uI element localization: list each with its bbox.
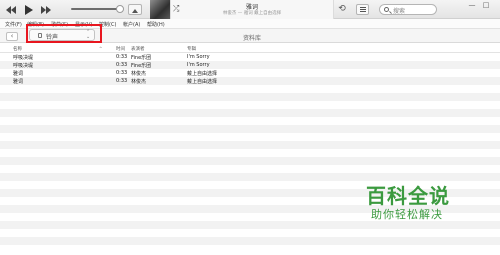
album-art[interactable] (150, 0, 170, 19)
cell-time: 0:33 (116, 78, 128, 84)
menu-help[interactable]: 帮助(H) (147, 21, 165, 28)
volume-slider-knob[interactable] (116, 5, 124, 13)
watermark-title: 百科全说 (366, 184, 450, 208)
now-playing-subtitle: 林俊杰 — 雅词 戴上自由选择 (222, 11, 282, 16)
repeat-icon[interactable]: ⟲ (336, 3, 348, 15)
cell-artist: 林俊杰 (131, 79, 147, 85)
column-header-time[interactable]: 时间 (116, 46, 125, 52)
empty-table-row (0, 237, 500, 245)
empty-table-row (0, 157, 500, 165)
cell-album: I'm Sorry (187, 62, 210, 68)
menu-account[interactable]: 帐户(A) (123, 21, 140, 28)
sort-ascending-icon[interactable]: ^ (99, 46, 102, 51)
search-placeholder: 搜索 (393, 8, 406, 15)
cell-album: 戴上自由选择 (187, 71, 218, 77)
library-title: 资料库 (243, 35, 262, 42)
table-header: 名称 ^ 时间 表演者 专辑 (0, 44, 500, 53)
column-header-artist[interactable]: 表演者 (131, 46, 145, 52)
column-header-album[interactable]: 专辑 (187, 46, 196, 52)
airplay-button[interactable] (128, 4, 142, 15)
search-field[interactable]: 搜索 (379, 4, 437, 15)
play-icon (25, 4, 33, 15)
empty-table-row (0, 221, 500, 229)
cell-artist: Fine乐团 (131, 63, 152, 69)
empty-table-row (0, 85, 500, 93)
song-table: 呼吸决堤 0:33 Fine乐团 I'm Sorry 呼吸决堤 0:33 Fin… (0, 53, 500, 255)
cell-time: 0:33 (116, 62, 128, 68)
empty-table-row (0, 117, 500, 125)
cell-artist: Fine乐团 (131, 55, 152, 61)
minimize-button[interactable]: — (466, 1, 478, 10)
cell-album: I'm Sorry (187, 54, 210, 60)
now-playing-display: 雅词 林俊杰 — 雅词 戴上自由选择 (170, 0, 334, 19)
player-bar: 雅词 林俊杰 — 雅词 戴上自由选择 ⤮ ⟲ 搜索 — □ (0, 0, 500, 19)
up-next-list-button[interactable] (356, 4, 369, 15)
empty-table-row (0, 93, 500, 101)
empty-table-row (0, 141, 500, 149)
next-button[interactable] (40, 3, 52, 16)
cell-time: 0:33 (116, 70, 128, 76)
volume-track[interactable] (71, 8, 121, 10)
empty-table-row (0, 133, 500, 141)
empty-table-row (0, 109, 500, 117)
highlight-box (26, 24, 102, 43)
back-button[interactable]: ‹ (6, 32, 18, 41)
search-icon (384, 7, 389, 12)
empty-table-row (0, 245, 500, 253)
column-header-name[interactable]: 名称 (13, 46, 22, 52)
play-button[interactable] (22, 3, 36, 16)
shuffle-icon[interactable]: ⤮ (173, 4, 179, 14)
empty-table-row (0, 165, 500, 173)
cell-name: 呼吸决堤 (13, 55, 34, 61)
menu-file[interactable]: 文件(F) (5, 21, 22, 28)
table-row[interactable]: 雅词 0:33 林俊杰 戴上自由选择 (0, 77, 500, 85)
cell-album: 戴上自由选择 (187, 79, 218, 85)
cell-time: 0:33 (116, 54, 128, 60)
empty-table-row (0, 125, 500, 133)
cell-name: 雅词 (13, 79, 24, 85)
empty-table-row (0, 149, 500, 157)
maximize-button[interactable]: □ (480, 1, 492, 10)
watermark-subtitle: 助你轻松解决 (371, 208, 443, 221)
table-row[interactable]: 呼吸决堤 0:33 Fine乐团 I'm Sorry (0, 53, 500, 61)
previous-button[interactable] (5, 3, 17, 16)
cell-name: 雅词 (13, 71, 24, 77)
table-row[interactable]: 呼吸决堤 0:33 Fine乐团 I'm Sorry (0, 61, 500, 69)
empty-table-row (0, 101, 500, 109)
empty-table-row (0, 229, 500, 237)
cell-artist: 林俊杰 (131, 71, 147, 77)
cell-name: 呼吸决堤 (13, 63, 34, 69)
table-row[interactable]: 雅词 0:33 林俊杰 戴上自由选择 (0, 69, 500, 77)
